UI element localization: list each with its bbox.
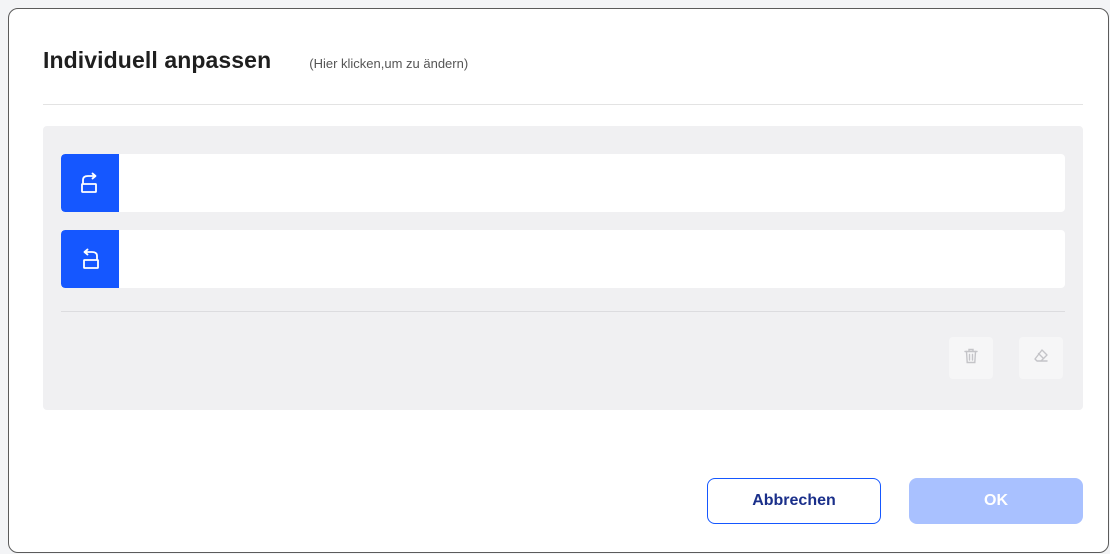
edit-hint-link[interactable]: (Hier klicken,um zu ändern) <box>309 56 468 71</box>
header-divider <box>43 104 1083 105</box>
rotate-clockwise-shortcut-field[interactable] <box>119 154 1065 212</box>
rotate-counterclockwise-icon <box>61 230 119 288</box>
eraser-icon <box>1033 348 1049 369</box>
delete-button[interactable] <box>949 337 993 379</box>
panel-divider <box>61 311 1065 312</box>
ok-button[interactable]: OK <box>909 478 1083 524</box>
clear-button[interactable] <box>1019 337 1063 379</box>
shortcut-panel <box>43 126 1083 410</box>
dialog-header: Individuell anpassen (Hier klicken,um zu… <box>43 47 468 74</box>
customize-dialog: Individuell anpassen (Hier klicken,um zu… <box>8 8 1109 553</box>
rotate-clockwise-icon <box>61 154 119 212</box>
trash-icon <box>964 348 978 369</box>
shortcut-row-rotate-clockwise[interactable] <box>61 154 1065 212</box>
rotate-counterclockwise-shortcut-field[interactable] <box>119 230 1065 288</box>
shortcut-row-rotate-counterclockwise[interactable] <box>61 230 1065 288</box>
dialog-title: Individuell anpassen <box>43 47 272 73</box>
cancel-button[interactable]: Abbrechen <box>707 478 881 524</box>
